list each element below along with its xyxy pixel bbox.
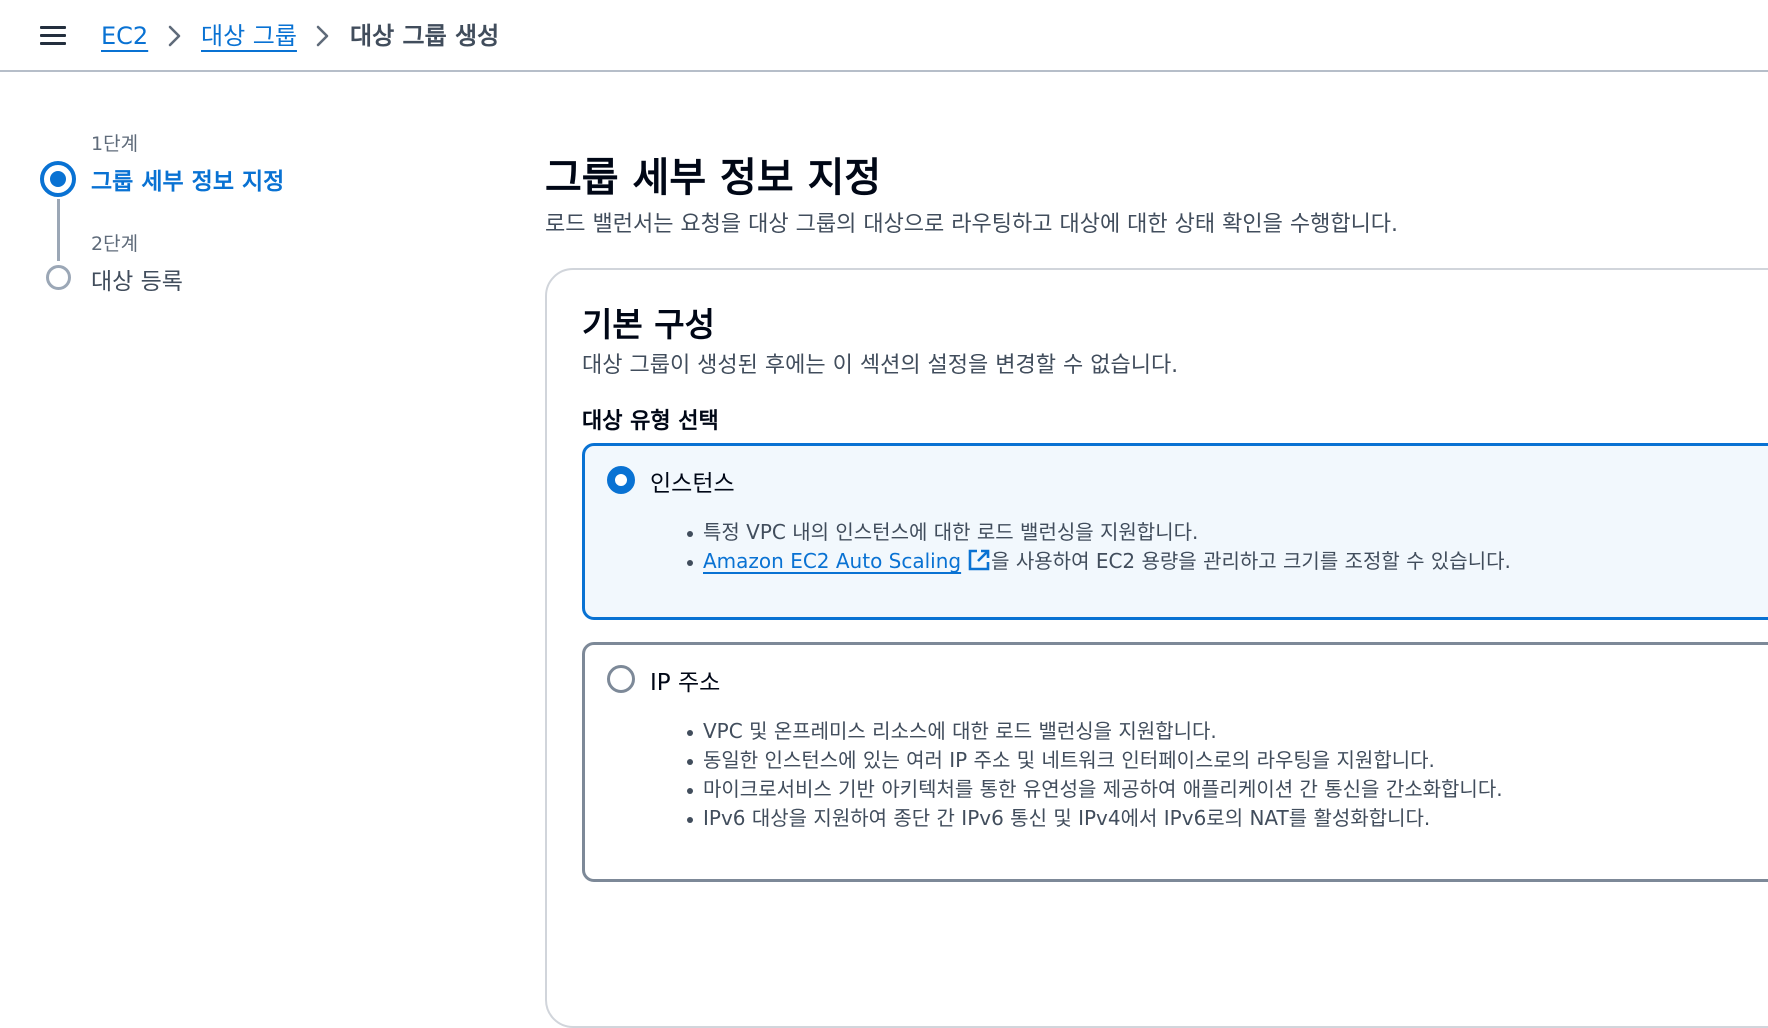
list-item: IPv6 대상을 지원하여 종단 간 IPv6 통신 및 IPv4에서 IPv6…: [687, 804, 1503, 833]
step-1-title[interactable]: 그룹 세부 정보 지정: [91, 162, 284, 196]
chevron-right-icon: [316, 25, 329, 47]
ip-feature-list: VPC 및 온프레미스 리소스에 대한 로드 밸런싱을 지원합니다. 동일한 인…: [687, 717, 1503, 833]
list-item: VPC 및 온프레미스 리소스에 대한 로드 밸런싱을 지원합니다.: [687, 717, 1503, 746]
list-item: Amazon EC2 Auto Scaling 을 사용하여 EC2 용량을 관리…: [687, 547, 1511, 576]
hamburger-menu-icon[interactable]: [40, 24, 66, 46]
list-item: 동일한 인스턴스에 있는 여러 IP 주소 및 네트워크 인터페이스로의 라우팅…: [687, 746, 1503, 775]
step-2-number: 2단계: [91, 233, 139, 255]
auto-scaling-suffix: 을 사용하여 EC2 용량을 관리하고 크기를 조정할 수 있습니다.: [991, 549, 1511, 573]
instances-feature-list: 특정 VPC 내의 인스턴스에 대한 로드 밸런싱을 지원합니다. Amazon…: [687, 518, 1511, 576]
top-navigation-bar: EC2 대상 그룹 대상 그룹 생성: [0, 0, 1768, 72]
breadcrumb-link-ec2[interactable]: EC2: [101, 20, 148, 52]
list-item: 마이크로서비스 기반 아키텍처를 통한 유연성을 제공하여 애플리케이션 간 통…: [687, 775, 1503, 804]
target-type-instances-tile[interactable]: 인스턴스 특정 VPC 내의 인스턴스에 대한 로드 밸런싱을 지원합니다. A…: [582, 443, 1768, 620]
external-link-icon[interactable]: [967, 548, 991, 572]
target-type-label: 대상 유형 선택: [582, 409, 719, 434]
panel-description: 대상 그룹이 생성된 후에는 이 섹션의 설정을 변경할 수 없습니다.: [582, 353, 1179, 378]
auto-scaling-link[interactable]: Amazon EC2 Auto Scaling: [703, 549, 961, 573]
panel-title: 기본 구성: [582, 305, 715, 344]
page-description: 로드 밸런서는 요청을 대상 그룹의 대상으로 라우팅하고 대상에 대한 상태 …: [545, 212, 1399, 237]
list-item: 특정 VPC 내의 인스턴스에 대한 로드 밸런싱을 지원합니다.: [687, 518, 1511, 547]
target-type-ip-tile[interactable]: IP 주소 VPC 및 온프레미스 리소스에 대한 로드 밸런싱을 지원합니다.…: [582, 642, 1768, 882]
instances-radio[interactable]: [607, 466, 635, 494]
breadcrumb-current: 대상 그룹 생성: [350, 22, 500, 50]
breadcrumb-link-target-groups[interactable]: 대상 그룹: [201, 20, 297, 52]
ip-radio[interactable]: [607, 665, 635, 693]
page-title: 그룹 세부 정보 지정: [545, 155, 882, 201]
instances-option-title: 인스턴스: [650, 471, 735, 497]
step-connector: [57, 199, 60, 261]
step-2-title: 대상 등록: [91, 269, 183, 295]
step-1-number: 1단계: [91, 133, 139, 155]
step-1-active-indicator: [40, 161, 76, 197]
ip-option-title: IP 주소: [650, 670, 721, 696]
step-2-indicator: [46, 265, 71, 290]
chevron-right-icon: [168, 25, 181, 47]
